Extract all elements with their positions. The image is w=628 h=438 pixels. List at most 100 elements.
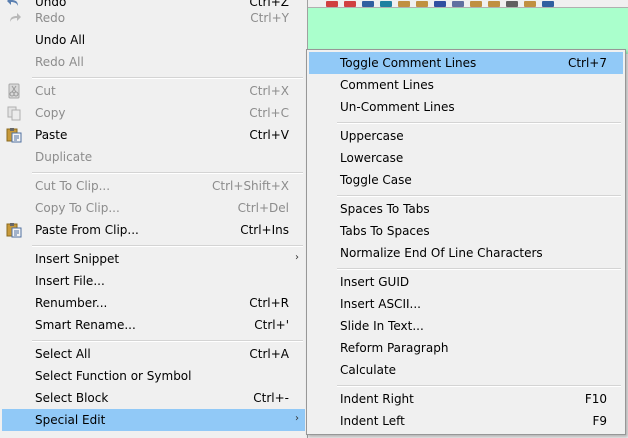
paste-icon bbox=[6, 127, 22, 143]
menu-item-label: Smart Rename... bbox=[35, 318, 136, 332]
menu-item-paste-from-clip[interactable]: Paste From Clip... Ctrl+Ins bbox=[2, 219, 305, 241]
menu-item-shortcut: Ctrl+R bbox=[249, 296, 289, 310]
menu-item-label: Duplicate bbox=[35, 150, 93, 164]
chevron-right-icon: › bbox=[295, 252, 299, 263]
menu-item-label: Insert Snippet bbox=[35, 252, 120, 266]
toolbar-icon[interactable] bbox=[452, 1, 464, 7]
menu-item-label: Special Edit bbox=[35, 413, 106, 427]
menu-item-label: Paste From Clip... bbox=[35, 223, 139, 237]
submenu-item-spaces-to-tabs[interactable]: Spaces To Tabs bbox=[309, 198, 623, 220]
menu-item-cut-to-clip[interactable]: Cut To Clip... Ctrl+Shift+X bbox=[2, 175, 305, 197]
submenu-item-reform-paragraph[interactable]: Reform Paragraph bbox=[309, 337, 623, 359]
menu-item-redo-all[interactable]: Redo All bbox=[2, 51, 305, 73]
menu-item-label: Normalize End Of Line Characters bbox=[340, 246, 543, 260]
toolbar-icon[interactable] bbox=[362, 1, 374, 7]
menu-item-label: Renumber... bbox=[35, 296, 108, 310]
toolbar-icon[interactable] bbox=[542, 1, 554, 7]
menu-item-label: Redo bbox=[35, 11, 66, 25]
menu-item-label: Undo All bbox=[35, 33, 86, 47]
submenu-item-insert-ascii[interactable]: Insert ASCII... bbox=[309, 293, 623, 315]
editor-toolbar bbox=[308, 0, 628, 8]
toolbar-icon[interactable] bbox=[524, 1, 536, 7]
menu-item-shortcut: Ctrl+- bbox=[253, 391, 289, 405]
submenu-item-slide-in-text[interactable]: Slide In Text... bbox=[309, 315, 623, 337]
submenu-item-normalize-eol[interactable]: Normalize End Of Line Characters bbox=[309, 242, 623, 264]
menu-item-label: Reform Paragraph bbox=[340, 341, 449, 355]
menu-item-label: Spaces To Tabs bbox=[340, 202, 430, 216]
menu-item-label: Redo All bbox=[35, 55, 84, 69]
menu-separator bbox=[32, 77, 303, 79]
toolbar-icon[interactable] bbox=[470, 1, 482, 7]
menu-item-redo[interactable]: Redo Ctrl+Y bbox=[2, 7, 305, 29]
menu-item-label: Select All bbox=[35, 347, 91, 361]
submenu-item-lowercase[interactable]: Lowercase bbox=[309, 147, 623, 169]
menu-item-cut[interactable]: Cut Ctrl+X bbox=[2, 80, 305, 102]
toolbar-icon[interactable] bbox=[488, 1, 500, 7]
menu-item-select-all[interactable]: Select All Ctrl+A bbox=[2, 343, 305, 365]
menu-item-label: Toggle Comment Lines bbox=[340, 56, 477, 70]
menu-item-label: Un-Comment Lines bbox=[340, 100, 455, 114]
menu-item-label: Comment Lines bbox=[340, 78, 434, 92]
menu-item-label: Toggle Case bbox=[340, 173, 412, 187]
menu-item-select-block[interactable]: Select Block Ctrl+- bbox=[2, 387, 305, 409]
toolbar-icon[interactable] bbox=[344, 1, 356, 7]
redo-icon bbox=[6, 10, 22, 26]
toolbar-icon[interactable] bbox=[506, 1, 518, 7]
menu-item-shortcut: Ctrl+Ins bbox=[240, 223, 289, 237]
menu-item-select-function[interactable]: Select Function or Symbol bbox=[2, 365, 305, 387]
menu-item-label: Copy bbox=[35, 106, 66, 120]
menu-item-shortcut: Ctrl+A bbox=[249, 347, 289, 361]
submenu-item-calculate[interactable]: Calculate bbox=[309, 359, 623, 381]
menu-item-label: Indent Left bbox=[340, 414, 405, 428]
submenu-item-comment-lines[interactable]: Comment Lines bbox=[309, 74, 623, 96]
submenu-item-uppercase[interactable]: Uppercase bbox=[309, 125, 623, 147]
submenu-item-uncomment-lines[interactable]: Un-Comment Lines bbox=[309, 96, 623, 118]
paste-icon bbox=[6, 222, 22, 238]
submenu-item-indent-left[interactable]: Indent Left F9 bbox=[309, 410, 623, 432]
menu-item-smart-rename[interactable]: Smart Rename... Ctrl+' bbox=[2, 314, 305, 336]
special-edit-submenu: Toggle Comment Lines Ctrl+7 Comment Line… bbox=[306, 49, 626, 435]
menu-item-label: Copy To Clip... bbox=[35, 201, 120, 215]
menu-item-shortcut: Ctrl+Shift+X bbox=[212, 179, 289, 193]
menu-item-label: Cut bbox=[35, 84, 56, 98]
menu-item-renumber[interactable]: Renumber... Ctrl+R bbox=[2, 292, 305, 314]
menu-item-label: Insert File... bbox=[35, 274, 105, 288]
submenu-item-toggle-case[interactable]: Toggle Case bbox=[309, 169, 623, 191]
menu-item-shortcut: Ctrl+Del bbox=[237, 201, 289, 215]
toolbar-icon[interactable] bbox=[380, 1, 392, 7]
menu-item-shortcut: Ctrl+V bbox=[249, 128, 289, 142]
submenu-item-tabs-to-spaces[interactable]: Tabs To Spaces bbox=[309, 220, 623, 242]
menu-item-shortcut: Ctrl+C bbox=[249, 106, 289, 120]
menu-separator bbox=[32, 172, 303, 174]
menu-item-insert-snippet[interactable]: Insert Snippet › bbox=[2, 248, 305, 270]
menu-item-paste[interactable]: Paste Ctrl+V bbox=[2, 124, 305, 146]
submenu-item-indent-right[interactable]: Indent Right F10 bbox=[309, 388, 623, 410]
menu-separator bbox=[337, 195, 621, 197]
toolbar-icon[interactable] bbox=[398, 1, 410, 7]
menu-item-shortcut: Ctrl+Y bbox=[250, 11, 289, 25]
menu-item-duplicate[interactable]: Duplicate bbox=[2, 146, 305, 168]
submenu-item-toggle-comment-lines[interactable]: Toggle Comment Lines Ctrl+7 bbox=[309, 52, 623, 74]
toolbar-icon[interactable] bbox=[326, 1, 338, 7]
scissors-icon bbox=[6, 83, 22, 99]
menu-item-label: Tabs To Spaces bbox=[340, 224, 430, 238]
toolbar-icon[interactable] bbox=[416, 1, 428, 7]
editor-background bbox=[308, 0, 628, 54]
menu-item-shortcut: Ctrl+' bbox=[254, 318, 289, 332]
menu-item-copy-to-clip[interactable]: Copy To Clip... Ctrl+Del bbox=[2, 197, 305, 219]
menu-item-special-edit[interactable]: Special Edit › bbox=[2, 409, 305, 431]
menu-item-label: Paste bbox=[35, 128, 68, 142]
menu-item-shortcut: Ctrl+7 bbox=[567, 56, 607, 70]
submenu-item-insert-guid[interactable]: Insert GUID bbox=[309, 271, 623, 293]
menu-item-undo-all[interactable]: Undo All bbox=[2, 29, 305, 51]
menu-item-shortcut: Ctrl+X bbox=[249, 84, 289, 98]
menu-item-label: Lowercase bbox=[340, 151, 404, 165]
chevron-right-icon: › bbox=[295, 413, 299, 424]
menu-item-label: Uppercase bbox=[340, 129, 404, 143]
menu-item-insert-file[interactable]: Insert File... bbox=[2, 270, 305, 292]
toolbar-icon[interactable] bbox=[434, 1, 446, 7]
menu-item-shortcut: F10 bbox=[584, 392, 607, 406]
menu-item-label: Slide In Text... bbox=[340, 319, 424, 333]
edit-context-menu: Undo Ctrl+Z Redo Ctrl+Y Undo All Redo Al… bbox=[0, 0, 308, 438]
menu-item-copy[interactable]: Copy Ctrl+C bbox=[2, 102, 305, 124]
